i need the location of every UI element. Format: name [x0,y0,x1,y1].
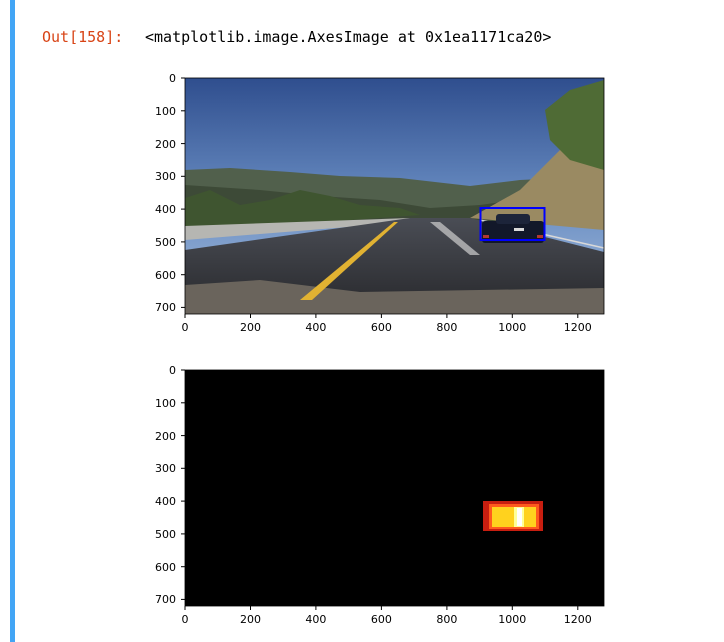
y-axis: 0 100 200 300 400 500 600 700 [155,72,185,314]
x-tick-label: 1200 [564,613,592,626]
heatmap-plot: 0 100 200 300 400 500 600 700 0 200 400 … [155,364,605,626]
x-tick-label: 400 [305,321,326,334]
y-tick-label: 100 [155,105,176,118]
x-tick-label: 0 [182,321,189,334]
x-tick-label: 1200 [564,321,592,334]
output-figures: 0 100 200 300 400 500 600 700 0 200 400 … [155,72,605,626]
heatmap-hot-region [483,501,543,531]
y-tick-label: 500 [155,236,176,249]
x-axis: 0 200 400 600 800 1000 1200 [182,314,592,334]
y-tick-label: 700 [155,301,176,314]
y-tick-label: 200 [155,430,176,443]
y-axis: 0 100 200 300 400 500 600 700 [155,364,185,606]
y-tick-label: 600 [155,269,176,282]
x-tick-label: 200 [240,613,261,626]
y-tick-label: 100 [155,397,176,410]
y-tick-label: 300 [155,170,176,183]
x-tick-label: 600 [371,321,392,334]
y-tick-label: 600 [155,561,176,574]
y-tick-label: 200 [155,138,176,151]
y-tick-label: 500 [155,528,176,541]
x-tick-label: 800 [436,613,457,626]
y-tick-label: 300 [155,462,176,475]
road-image-plot: 0 100 200 300 400 500 600 700 0 200 400 … [155,72,605,334]
heatmap-background [185,370,604,606]
road-image [185,78,605,314]
x-tick-label: 800 [436,321,457,334]
y-tick-label: 400 [155,495,176,508]
x-tick-label: 1000 [498,321,526,334]
y-tick-label: 0 [169,72,176,85]
x-tick-label: 200 [240,321,261,334]
x-tick-label: 600 [371,613,392,626]
x-tick-label: 0 [182,613,189,626]
x-tick-label: 1000 [498,613,526,626]
x-tick-label: 400 [305,613,326,626]
y-tick-label: 400 [155,203,176,216]
x-axis: 0 200 400 600 800 1000 1200 [182,606,592,626]
y-tick-label: 700 [155,593,176,606]
y-tick-label: 0 [169,364,176,377]
